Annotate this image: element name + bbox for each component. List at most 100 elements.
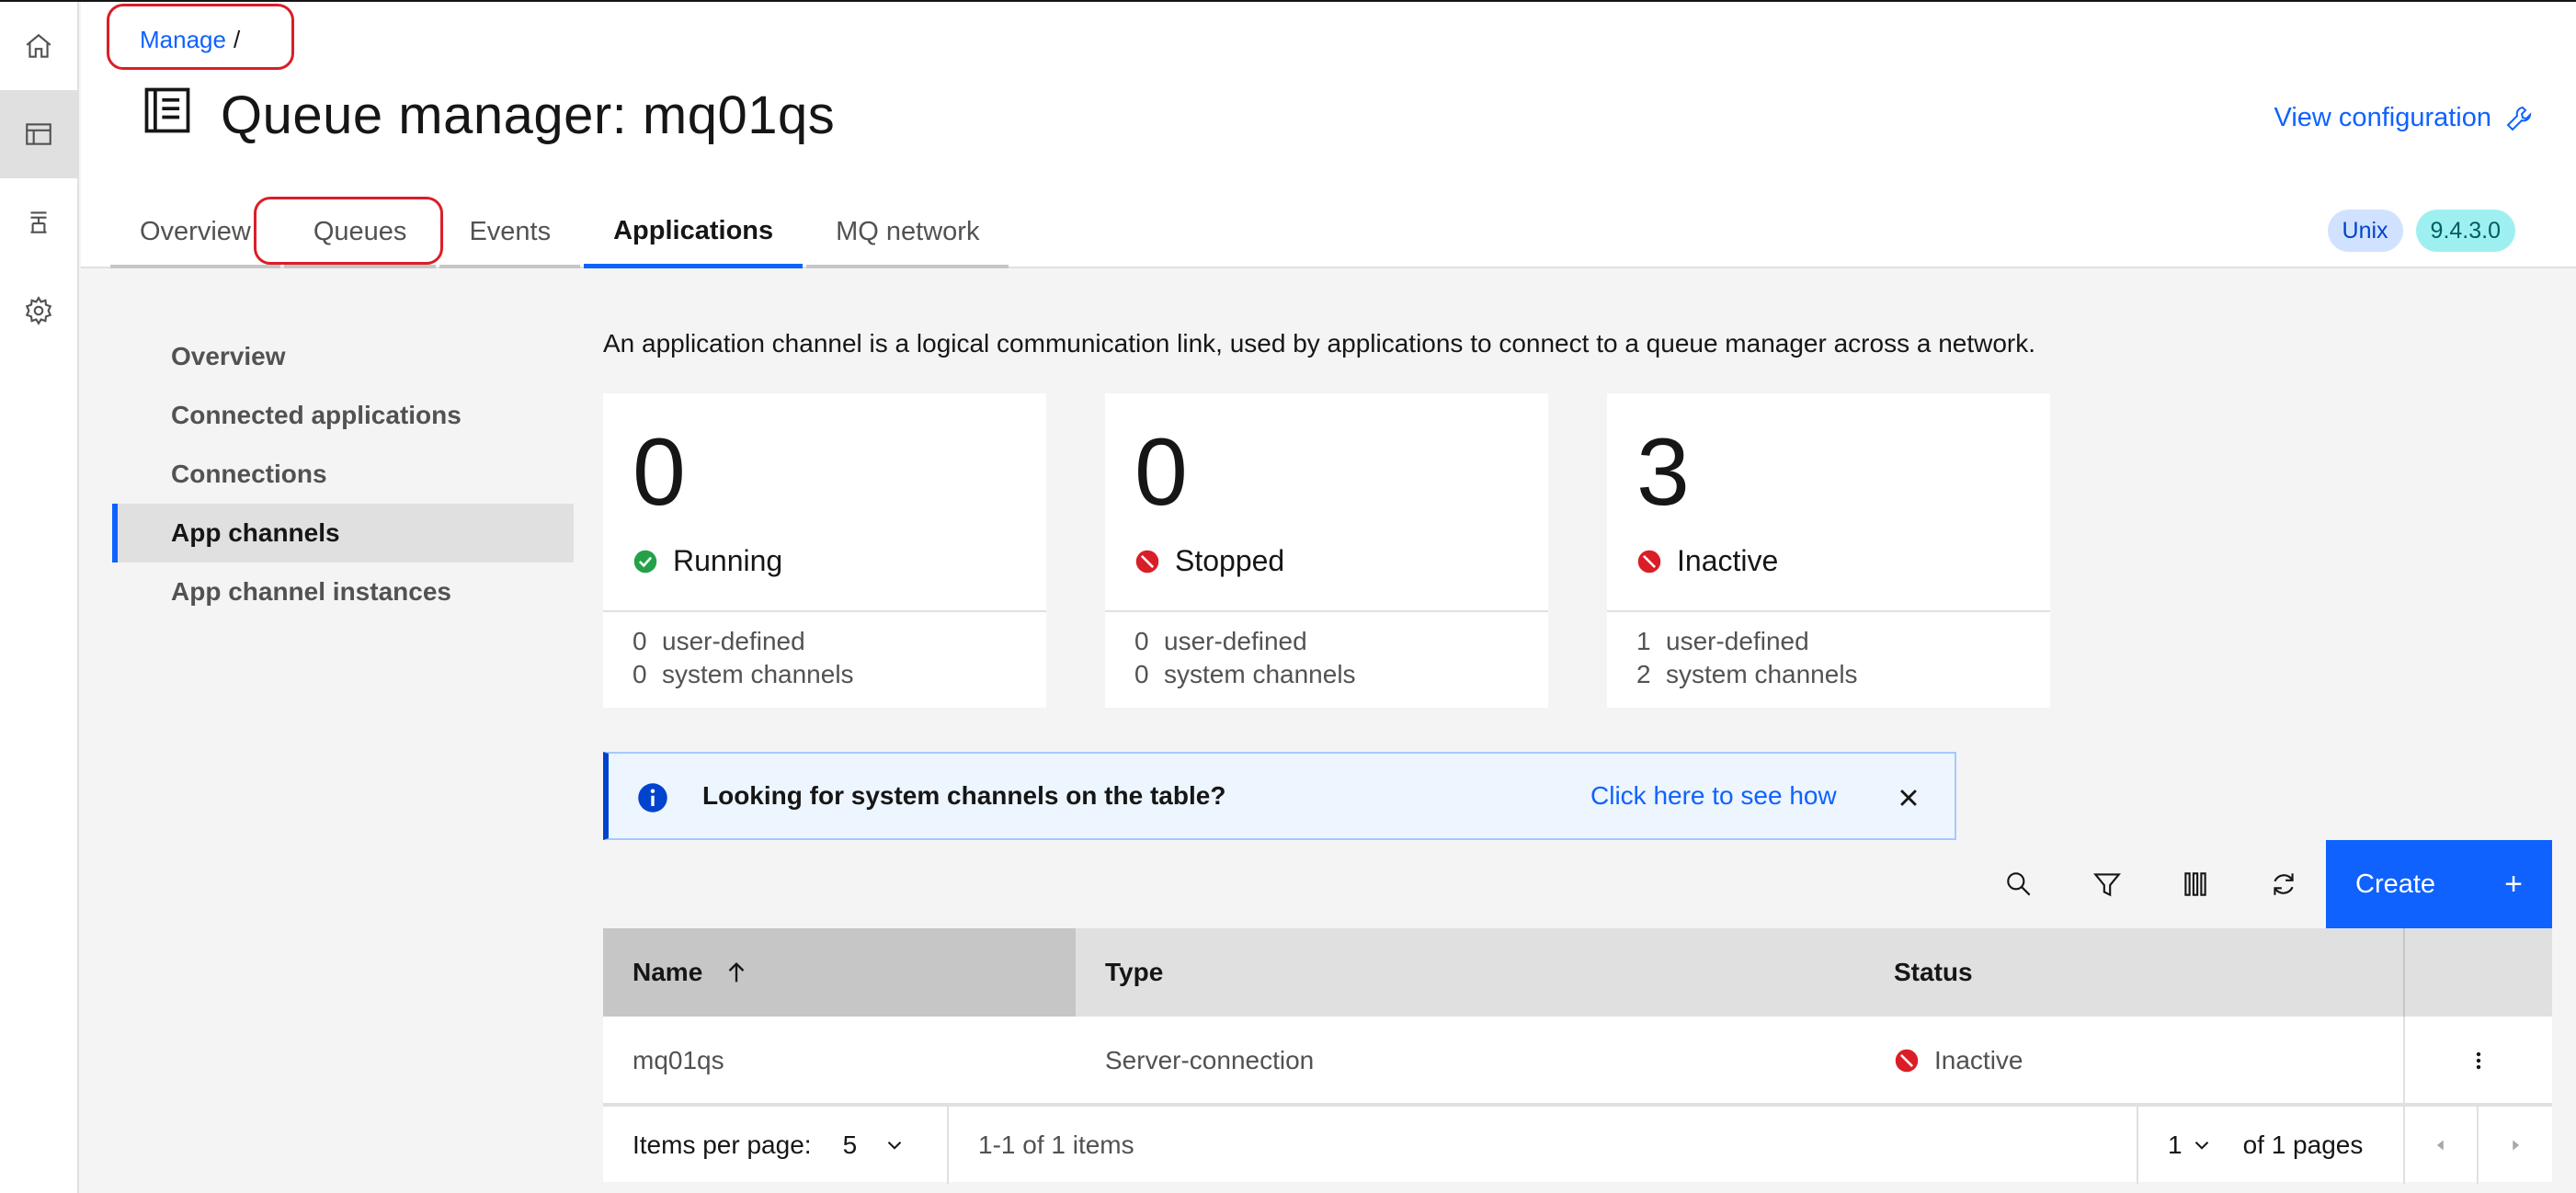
info-icon xyxy=(638,783,667,812)
hierarchy-icon xyxy=(30,211,47,233)
user-defined-count: 0 xyxy=(1134,627,1149,655)
card-user-defined: 0 user-defined xyxy=(633,627,805,656)
card-count: 0 xyxy=(1134,419,1188,526)
check-circle-icon xyxy=(633,550,657,573)
column-header-actions xyxy=(2405,928,2552,1017)
overflow-menu-icon xyxy=(2476,1051,2481,1070)
status-card-running: 0 Running 0 user-defined 0 system channels xyxy=(603,393,1046,708)
notification-title: Looking for system channels on the table… xyxy=(702,781,1226,810)
section-description: An application channel is a logical comm… xyxy=(603,329,2036,358)
page-title: Queue manager: mq01qs xyxy=(221,85,836,145)
sidenav-item-connected-applications[interactable]: Connected applications xyxy=(112,386,574,445)
items-per-page-label: Items per page: xyxy=(633,1131,812,1159)
home-icon xyxy=(26,33,51,58)
system-channels-label: system channels xyxy=(662,660,854,688)
card-system-channels: 2 system channels xyxy=(1636,660,1858,689)
column-header-status[interactable]: Status xyxy=(1864,928,2405,1017)
system-channels-label: system channels xyxy=(1164,660,1356,688)
info-notification: Looking for system channels on the table… xyxy=(603,752,1956,840)
view-configuration-link[interactable]: View configuration xyxy=(2274,103,2534,133)
column-header-type[interactable]: Type xyxy=(1076,928,1864,1017)
item-range: 1-1 of 1 items xyxy=(949,1107,2138,1184)
wrench-icon xyxy=(2506,106,2532,131)
side-nav: Overview Connected applications Connecti… xyxy=(112,327,574,621)
chevron-down-icon xyxy=(2194,1142,2208,1150)
chevron-down-icon xyxy=(887,1142,902,1150)
previous-page-button[interactable] xyxy=(2405,1107,2479,1184)
system-channels-label: system channels xyxy=(1666,660,1858,688)
refresh-button[interactable] xyxy=(2240,840,2328,928)
sidenav-item-app-channel-instances[interactable]: App channel instances xyxy=(112,562,574,621)
card-count: 3 xyxy=(1636,419,1690,526)
user-defined-count: 1 xyxy=(1636,627,1651,655)
filter-icon xyxy=(2093,873,2121,897)
status-card-inactive: 3 Inactive 1 user-defined 2 system channel… xyxy=(1607,393,2050,708)
user-defined-count: 0 xyxy=(633,627,647,655)
card-divider xyxy=(1607,610,2050,612)
sidenav-item-overview[interactable]: Overview xyxy=(112,327,574,386)
system-channels-count: 0 xyxy=(1134,660,1149,688)
table-row[interactable]: mq01qs Server-connection Inactive xyxy=(603,1017,2552,1105)
tab-events[interactable]: Events xyxy=(439,199,581,268)
user-defined-label: user-defined xyxy=(1164,627,1307,655)
card-status: Running xyxy=(633,544,782,578)
caret-right-icon xyxy=(2513,1140,2520,1151)
queue-manager-icon xyxy=(144,87,190,133)
rail-dashboard[interactable] xyxy=(0,90,77,178)
tab-bar: Overview Queues Events Applications MQ n… xyxy=(110,199,1012,268)
table-header: Name Type Status xyxy=(603,928,2552,1017)
annotation-box-queues xyxy=(254,197,443,265)
rail-settings[interactable] xyxy=(0,267,77,355)
platform-tag: Unix xyxy=(2327,210,2403,252)
page-selector: 1 of 1 pages xyxy=(2138,1107,2405,1184)
search-icon xyxy=(2007,872,2031,896)
column-header-name[interactable]: Name xyxy=(603,928,1076,1017)
filter-button[interactable] xyxy=(2063,840,2151,928)
card-user-defined: 1 user-defined xyxy=(1636,627,1809,656)
stopped-icon xyxy=(1135,550,1159,573)
column-name-label: Name xyxy=(633,958,703,986)
page-header: Manage / Queue manager: mq01qs View confi… xyxy=(81,2,2576,268)
card-status: Inactive xyxy=(1636,544,1778,578)
card-system-channels: 0 system channels xyxy=(633,660,854,689)
rail-home[interactable] xyxy=(0,2,77,90)
status-card-stopped: 0 Stopped 0 user-defined 0 system channels xyxy=(1105,393,1548,708)
page-number: 1 xyxy=(2168,1131,2183,1159)
create-button-label: Create xyxy=(2355,869,2436,899)
system-channels-count: 0 xyxy=(633,660,647,688)
notification-link[interactable]: Click here to see how xyxy=(1590,781,1837,811)
rail-hierarchy[interactable] xyxy=(0,178,77,267)
card-status-label: Stopped xyxy=(1175,544,1285,577)
search-button[interactable] xyxy=(1975,840,2063,928)
sidenav-item-connections[interactable]: Connections xyxy=(112,445,574,504)
sidenav-item-app-channels[interactable]: App channels xyxy=(112,504,574,562)
cell-type: Server-connection xyxy=(1105,1046,1315,1074)
card-system-channels: 0 system channels xyxy=(1134,660,1356,689)
view-configuration-label: View configuration xyxy=(2274,103,2491,132)
annotation-box-manage xyxy=(107,4,294,70)
next-page-button[interactable] xyxy=(2479,1107,2552,1184)
card-divider xyxy=(603,610,1046,612)
user-defined-label: user-defined xyxy=(1666,627,1809,655)
pagination: Items per page: 5 1-1 of 1 items 1 of 1 … xyxy=(603,1105,2552,1184)
settings-icon xyxy=(25,296,52,325)
total-pages: of 1 pages xyxy=(2242,1131,2364,1159)
create-button[interactable]: Create + xyxy=(2326,840,2552,928)
items-per-page-select[interactable]: 5 xyxy=(843,1131,907,1160)
version-tag: 9.4.3.0 xyxy=(2415,210,2515,252)
close-icon[interactable] xyxy=(1892,781,1925,814)
table-toolbar: Create + xyxy=(603,840,2552,928)
dashboard-icon xyxy=(26,123,51,145)
card-count: 0 xyxy=(633,419,686,526)
tag-group: Unix 9.4.3.0 xyxy=(2327,210,2515,252)
tab-applications[interactable]: Applications xyxy=(584,199,804,268)
card-status: Stopped xyxy=(1134,544,1284,578)
page-select[interactable]: 1 xyxy=(2168,1131,2214,1160)
columns-button[interactable] xyxy=(2151,840,2240,928)
columns-icon xyxy=(2184,872,2206,896)
plus-icon: + xyxy=(2504,866,2523,902)
row-overflow-menu[interactable] xyxy=(2405,1017,2552,1105)
user-defined-label: user-defined xyxy=(662,627,805,655)
cell-name: mq01qs xyxy=(633,1046,724,1074)
tab-mq-network[interactable]: MQ network xyxy=(806,199,1009,268)
